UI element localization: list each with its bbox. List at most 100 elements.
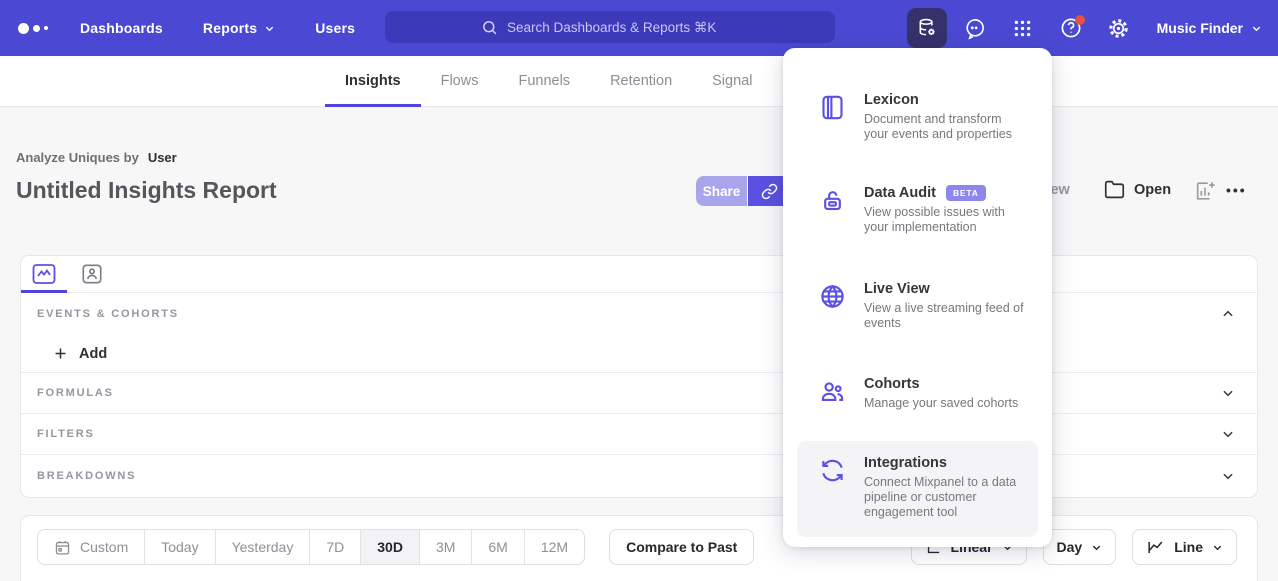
nav-users[interactable]: Users: [315, 20, 355, 36]
tab-funnels[interactable]: Funnels: [518, 56, 570, 107]
chevron-down-icon: [1212, 542, 1223, 553]
search-icon: [481, 19, 498, 36]
gear-icon: [1107, 17, 1130, 40]
tab-signal[interactable]: Signal: [712, 56, 752, 107]
nav-dashboards[interactable]: Dashboards: [80, 20, 163, 36]
tab-insights[interactable]: Insights: [345, 56, 401, 107]
range-3m[interactable]: 3M: [420, 530, 472, 564]
menu-item-title: Cohorts: [864, 376, 920, 392]
share-button[interactable]: Share: [696, 176, 747, 206]
chevron-down-icon: [1091, 542, 1102, 553]
settings-button[interactable]: [1099, 8, 1139, 48]
integrations-sync-icon: [819, 455, 847, 521]
interval-dropdown[interactable]: Day: [1043, 529, 1117, 565]
expand-filters-button[interactable]: [1221, 427, 1235, 441]
person-tab-icon: [81, 263, 103, 285]
range-today[interactable]: Today: [145, 530, 215, 564]
plus-icon: [53, 346, 68, 361]
search-input[interactable]: [507, 20, 739, 35]
menu-item-cohorts[interactable]: Cohorts Manage your saved cohorts: [797, 366, 1038, 421]
mixpanel-logo-icon[interactable]: [18, 23, 64, 34]
report-title[interactable]: Untitled Insights Report: [16, 177, 277, 204]
range-custom[interactable]: Custom: [38, 530, 145, 564]
menu-item-data-audit[interactable]: Data Audit BETA View possible issues wit…: [797, 175, 1038, 246]
active-tab-underline: [21, 290, 67, 293]
menu-item-title: Integrations: [864, 455, 947, 471]
compare-to-past-button[interactable]: Compare to Past: [609, 529, 754, 565]
add-to-dashboard-button[interactable]: [1194, 180, 1216, 207]
menu-item-live-view[interactable]: Live View View a live streaming feed of …: [797, 271, 1038, 342]
menu-item-lexicon[interactable]: Lexicon Document and transform your even…: [797, 82, 1038, 153]
database-gear-icon: [916, 17, 938, 39]
range-12m[interactable]: 12M: [525, 530, 584, 564]
tab-flows[interactable]: Flows: [441, 56, 479, 107]
chart-toolbar-card: Custom Today Yesterday 7D 30D 3M 6M 12M …: [20, 515, 1258, 581]
add-event-row: Add: [21, 335, 1257, 373]
more-options-button[interactable]: •••: [1226, 182, 1247, 198]
beta-badge: BETA: [946, 185, 986, 201]
events-cohorts-section[interactable]: EVENTS & COHORTS: [21, 293, 1257, 335]
tab-retention[interactable]: Retention: [610, 56, 672, 107]
open-report-button[interactable]: Open: [1104, 179, 1171, 200]
chart-tab-icon: [32, 263, 56, 285]
query-builder-card: EVENTS & COHORTS Add FORMULAS FILTERS BR…: [20, 255, 1258, 498]
users-mode-tab[interactable]: [79, 262, 105, 286]
nav-dashboards-label: Dashboards: [80, 20, 163, 36]
analyze-value-selector[interactable]: User: [148, 150, 177, 165]
breakdowns-label: BREAKDOWNS: [37, 470, 136, 482]
data-management-dropdown: Lexicon Document and transform your even…: [783, 48, 1052, 547]
global-search[interactable]: [385, 11, 835, 43]
primary-nav: Dashboards Reports Users: [80, 20, 355, 36]
workspace-label: Music Finder: [1157, 20, 1243, 36]
nav-reports-label: Reports: [203, 20, 257, 36]
chevron-down-icon: [264, 23, 275, 34]
help-button[interactable]: [1051, 8, 1091, 48]
menu-item-title: Lexicon: [864, 92, 919, 108]
menu-item-title: Data Audit: [864, 185, 936, 201]
metrics-mode-tab[interactable]: [31, 262, 57, 286]
apps-grid-icon: [1012, 18, 1033, 39]
menu-item-description: Connect Mixpanel to a data pipeline or c…: [864, 475, 1028, 521]
feedback-button[interactable]: [955, 8, 995, 48]
filters-section[interactable]: FILTERS: [21, 414, 1257, 455]
menu-item-description: View possible issues with your implement…: [864, 205, 1028, 236]
workspace-selector[interactable]: Music Finder: [1157, 20, 1262, 36]
apps-button[interactable]: [1003, 8, 1043, 48]
link-icon: [761, 183, 778, 200]
data-audit-icon: [819, 185, 847, 236]
calendar-icon: [54, 539, 71, 556]
expand-breakdowns-button[interactable]: [1221, 469, 1235, 483]
expand-formulas-button[interactable]: [1221, 386, 1235, 400]
top-nav: Dashboards Reports Users: [0, 0, 1278, 56]
chevron-down-icon: [1251, 23, 1262, 34]
menu-item-title: Live View: [864, 281, 930, 297]
lexicon-book-icon: [819, 92, 847, 143]
range-30d[interactable]: 30D: [361, 530, 420, 564]
formulas-section[interactable]: FORMULAS: [21, 373, 1257, 414]
report-tabbar: Insights Flows Funnels Retention Signal …: [0, 56, 1278, 107]
nav-reports[interactable]: Reports: [203, 20, 275, 36]
data-management-button[interactable]: [907, 8, 947, 48]
chevron-down-icon: [1221, 386, 1235, 400]
menu-item-integrations[interactable]: Integrations Connect Mixpanel to a data …: [797, 441, 1038, 537]
events-cohorts-label: EVENTS & COHORTS: [37, 308, 179, 320]
range-7d[interactable]: 7D: [310, 530, 361, 564]
chart-toolbar: Custom Today Yesterday 7D 30D 3M 6M 12M …: [21, 516, 1257, 565]
line-chart-icon: [1146, 538, 1165, 557]
chevron-down-icon: [1221, 469, 1235, 483]
analyze-uniques-row: Analyze Uniques by User: [16, 150, 177, 165]
breakdowns-section[interactable]: BREAKDOWNS: [21, 455, 1257, 496]
notification-dot: [1075, 15, 1085, 25]
collapse-section-button[interactable]: [1221, 307, 1235, 321]
open-label: Open: [1134, 182, 1171, 198]
mixpanel-app: Dashboards Reports Users: [0, 0, 1278, 581]
add-event-button[interactable]: Add: [53, 346, 107, 362]
nav-users-label: Users: [315, 20, 355, 36]
range-custom-label: Custom: [80, 539, 128, 555]
analyze-prefix-label: Analyze Uniques by: [16, 150, 139, 165]
range-6m[interactable]: 6M: [472, 530, 524, 564]
builder-mode-tabs: [21, 256, 1257, 293]
range-yesterday[interactable]: Yesterday: [216, 530, 311, 564]
chart-type-dropdown[interactable]: Line: [1132, 529, 1237, 565]
folder-icon: [1104, 179, 1125, 200]
